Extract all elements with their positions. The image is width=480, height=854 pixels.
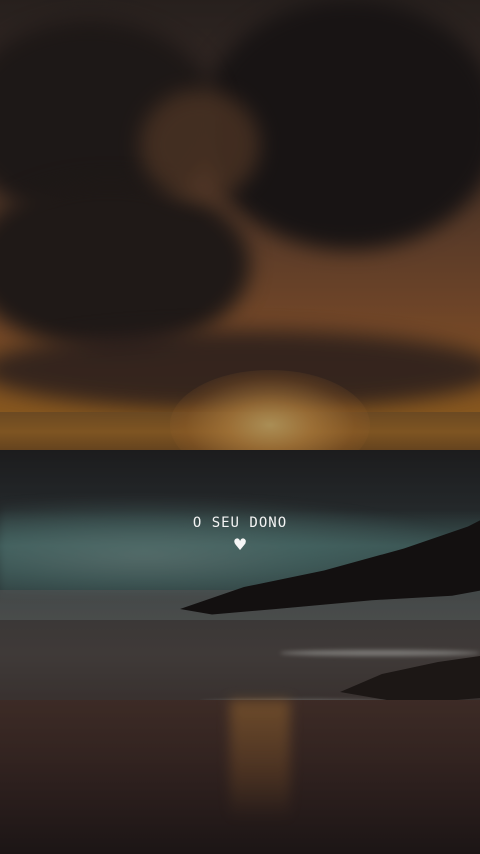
background-photo: O SEU DONO ♥ [0, 0, 480, 854]
dim-overlay [0, 0, 480, 854]
heart-icon: ♥ [232, 535, 248, 554]
caption-text: O SEU DONO [192, 515, 288, 531]
